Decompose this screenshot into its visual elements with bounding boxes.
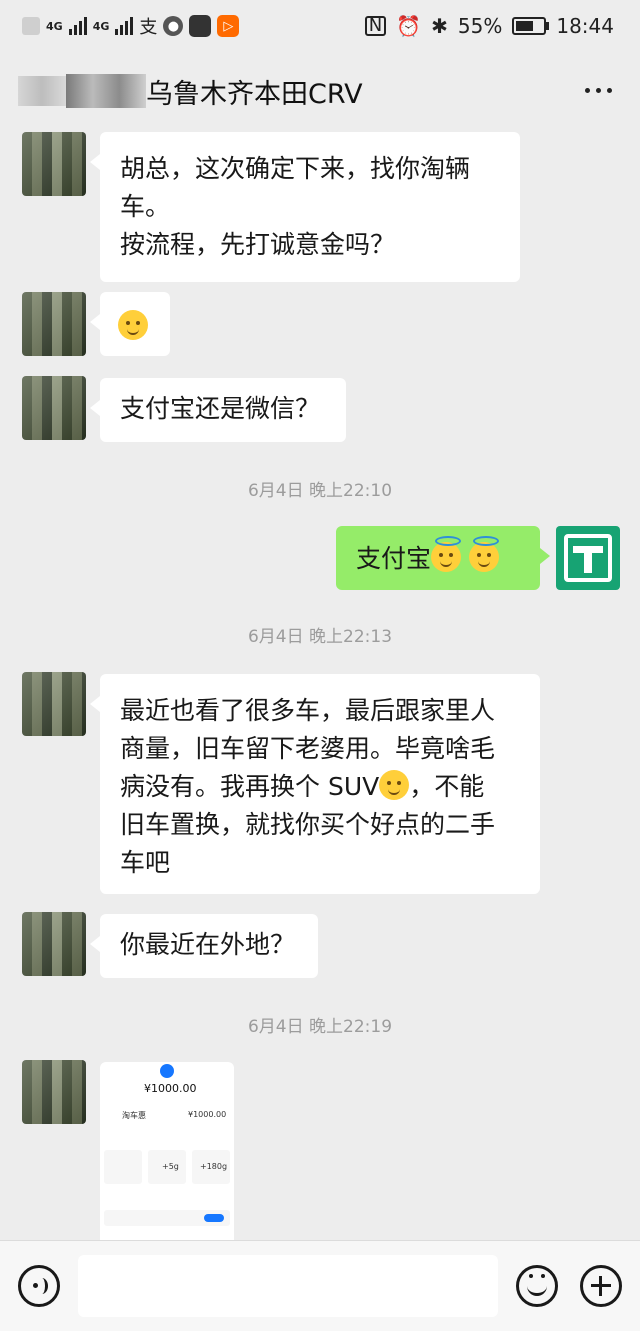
- receipt-amount: ¥1000.00: [144, 1082, 197, 1095]
- chat-title: 乌鲁木齐本田CRV: [146, 79, 363, 110]
- message-list[interactable]: 胡总，这次确定下来，找你淘辆 车。 按流程，先打诚意金吗？ 支付宝还是微信？ 6…: [0, 130, 640, 1240]
- receipt-button: [204, 1214, 224, 1222]
- contact-avatar[interactable]: [22, 912, 86, 976]
- message-bubble[interactable]: 支付宝: [336, 526, 550, 590]
- smile-emoji-icon: [379, 770, 410, 800]
- chat-header: 乌鲁木齐本田CRV: [0, 50, 640, 130]
- smile-emoji-icon: [118, 310, 148, 340]
- message-line: 病没有。我再换个 SUV ，不能: [120, 770, 485, 801]
- signal-icon-2: [115, 17, 134, 35]
- contact-avatar[interactable]: [22, 376, 86, 440]
- message-bubble[interactable]: 最近也看了很多车，最后跟家里人 商量，旧车留下老婆用。毕竟啥毛 病没有。我再换个…: [90, 674, 540, 894]
- signal-icon: [68, 17, 87, 35]
- alipay-logo-icon: [160, 1064, 174, 1078]
- contact-avatar[interactable]: [22, 292, 86, 356]
- wechat-notification-icon: ●: [163, 16, 184, 36]
- contact-avatar[interactable]: [22, 1060, 86, 1124]
- message-input[interactable]: [78, 1255, 498, 1317]
- more-icon[interactable]: [585, 88, 612, 93]
- voice-icon[interactable]: [18, 1265, 60, 1307]
- message-bubble[interactable]: 支付宝还是微信？: [90, 378, 346, 442]
- message-bubble[interactable]: 你最近在外地？: [90, 914, 318, 978]
- receipt-card: +180g: [192, 1150, 230, 1184]
- message-line: 车吧: [120, 848, 171, 877]
- message-line: 支付宝还是微信？: [120, 394, 321, 423]
- message-line: 胡总，这次确定下来，找你淘辆: [120, 154, 471, 183]
- receipt-payee: 淘车惠: [122, 1111, 146, 1120]
- message-text: 支付宝: [356, 544, 432, 573]
- message-line: 最近也看了很多车，最后跟家里人: [120, 696, 496, 725]
- halo-emoji-icon: [431, 536, 462, 572]
- message-bubble[interactable]: [90, 292, 170, 356]
- alipay-notification-icon: 支: [139, 17, 158, 38]
- status-clock: 18:44: [556, 14, 614, 38]
- plus-icon[interactable]: [580, 1265, 622, 1307]
- timestamp: 6月4日 晚上22:19: [247, 1017, 393, 1037]
- video-app-icon: ▷: [217, 15, 240, 37]
- message-line: 按流程，先打诚意金吗？: [120, 230, 396, 259]
- message-line: 旧车置换，就找你买个好点的二手: [120, 810, 496, 839]
- contact-avatar[interactable]: [22, 132, 86, 196]
- t-logo-icon: [564, 534, 612, 582]
- input-bar: [0, 1240, 640, 1331]
- message-line: 商量，旧车留下老婆用。毕竟啥毛: [120, 734, 496, 763]
- bluetooth-icon: ✱: [431, 14, 448, 38]
- receipt-amount-small: ¥1000.00: [188, 1110, 227, 1119]
- message-bubble[interactable]: 胡总，这次确定下来，找你淘辆 车。 按流程，先打诚意金吗？: [90, 132, 520, 282]
- battery-icon: [512, 17, 550, 35]
- emoji-icon[interactable]: [516, 1265, 558, 1307]
- title-redacted-prefix: [66, 74, 146, 108]
- battery-percent: 55%: [457, 14, 503, 38]
- back-button[interactable]: [18, 76, 66, 106]
- timestamp: 6月4日 晚上22:10: [247, 481, 393, 501]
- receipt-card: +5g: [148, 1150, 186, 1184]
- payment-screenshot-image[interactable]: ¥1000.00 淘车惠 ¥1000.00 +5g +180g: [100, 1062, 234, 1240]
- alarm-icon: ⏰: [396, 14, 422, 38]
- nfc-icon: N: [364, 16, 387, 36]
- my-avatar[interactable]: [556, 526, 620, 590]
- network-indicator-2: 4G: [92, 19, 110, 33]
- receipt-card: [104, 1150, 142, 1184]
- receipt-points: +5g: [162, 1162, 179, 1171]
- message-line: 车。: [120, 192, 171, 221]
- network-indicator-1: 4G: [46, 19, 63, 33]
- receipt-points: +180g: [200, 1162, 228, 1171]
- timestamp: 6月4日 晚上22:13: [247, 627, 393, 647]
- contact-avatar[interactable]: [22, 672, 86, 736]
- app-notification-icon: [189, 15, 212, 37]
- carrier-icon: [22, 17, 40, 35]
- halo-emoji-icon: [468, 536, 499, 572]
- status-bar: 4G 4G 支 ● ▷ N ⏰ ✱ 55% 18:44: [0, 0, 640, 50]
- message-line: 你最近在外地？: [120, 930, 296, 959]
